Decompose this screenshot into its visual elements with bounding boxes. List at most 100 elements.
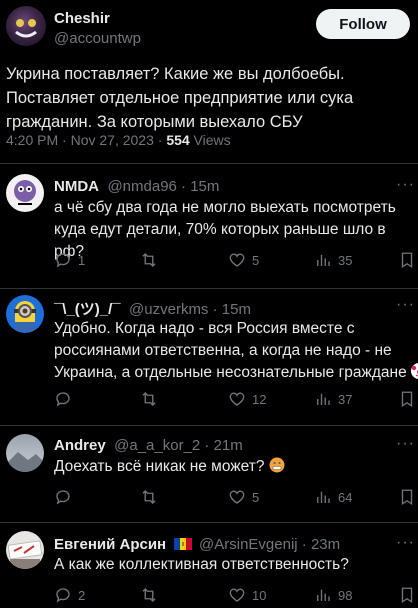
retweet-button[interactable] (140, 251, 164, 269)
comment-icon (56, 490, 70, 505)
reply-author-name[interactable]: ¯\_(ツ)_/¯ (54, 301, 121, 318)
bookmark-icon (401, 391, 413, 408)
reply-text: Доехать всё никак не может? (54, 456, 414, 478)
like-count: 5 (252, 489, 260, 505)
reply-button[interactable]: 1 (54, 251, 85, 269)
reply-author-handle[interactable]: @uzverkms · 15m (129, 301, 251, 318)
clown-face-icon (411, 363, 418, 379)
like-button[interactable]: 5 (228, 251, 259, 269)
reply-button[interactable] (54, 390, 78, 408)
retweet-icon (142, 392, 156, 406)
views-button[interactable]: 98 (314, 586, 352, 604)
views-button[interactable]: 64 (314, 488, 352, 506)
comment-icon (56, 253, 70, 268)
reply-text: А как же коллективная ответственность? (54, 554, 414, 576)
author-handle[interactable]: @accountwp (54, 30, 141, 47)
moldova-flag-icon (173, 538, 192, 550)
reply-text-line: Украина, а отдельные несознательные граж… (54, 364, 407, 381)
view-count: 64 (338, 489, 353, 505)
tweet-timestamp[interactable]: 4:20 PM · Nov 27, 2023 · (6, 132, 166, 148)
reply-author-handle[interactable]: @nmda96 · 15m (107, 178, 219, 195)
reply-author-handle[interactable]: @a_a_kor_2 · 21m (114, 437, 243, 454)
reply-avatar[interactable] (6, 531, 44, 569)
bookmark-button[interactable] (398, 586, 416, 604)
protest-sign-avatar-icon (7, 540, 43, 569)
reply-avatar[interactable] (6, 174, 44, 212)
follow-button[interactable]: Follow (316, 9, 410, 39)
divider (0, 425, 418, 426)
comment-icon (56, 392, 70, 407)
heart-icon (229, 392, 245, 406)
reply-count: 1 (78, 252, 86, 268)
bookmark-icon (401, 489, 413, 506)
like-count: 10 (252, 587, 267, 603)
more-options-icon[interactable]: ··· (396, 176, 415, 194)
like-count: 5 (252, 252, 260, 268)
reply-author-name[interactable]: NMDA (54, 178, 99, 195)
author-name[interactable]: Cheshir (54, 10, 110, 27)
tweet-text: Укрина поставляет? Какие же вы долбоебы.… (6, 62, 411, 134)
view-count: 37 (338, 391, 353, 407)
more-options-icon[interactable]: ··· (396, 534, 415, 552)
reply-actions: 2 10 98 (52, 586, 413, 608)
heart-icon (229, 490, 245, 504)
bookmark-button[interactable] (398, 251, 416, 269)
reply-button[interactable]: 2 (54, 586, 85, 604)
reply-author-name[interactable]: Andrey (54, 437, 106, 454)
tweet-text-line: Укрина поставляет? Какие же вы долбоебы. (6, 65, 345, 83)
reply-avatar[interactable] (6, 434, 44, 472)
minion-avatar-icon (14, 301, 36, 331)
reply-text-line: а чё сбу два года не могло выехать посмо… (54, 199, 396, 216)
views-label: Views (189, 132, 231, 148)
heart-icon (229, 588, 245, 602)
more-options-icon[interactable]: ··· (396, 296, 415, 314)
comment-icon (56, 588, 70, 603)
views-button[interactable]: 35 (314, 251, 352, 269)
tweet-text-line: Поставляет отдельное предприятие или сук… (6, 89, 354, 107)
analytics-icon (317, 491, 330, 503)
grimacing-face-icon (269, 457, 285, 473)
views-count: 554 (166, 132, 190, 148)
landscape-avatar-icon (6, 452, 44, 472)
author-avatar[interactable] (6, 6, 46, 46)
reply-header: NMDA @nmda96 · 15m (54, 178, 219, 196)
like-button[interactable]: 5 (228, 488, 259, 506)
reply-text-line-wrap: Украина, а отдельные несознательные граж… (54, 362, 418, 384)
divider (0, 288, 418, 289)
reply-text-line: А как же коллективная ответственность? (54, 556, 349, 573)
retweet-button[interactable] (140, 488, 164, 506)
bookmark-icon (401, 587, 413, 604)
reply-text-line: Доехать всё никак не может? (54, 458, 265, 475)
bookmark-icon (401, 252, 413, 269)
reply-count: 2 (78, 587, 86, 603)
bookmark-button[interactable] (398, 390, 416, 408)
reply-author-name[interactable]: Евгений Арсин (54, 536, 166, 553)
reply-header: Andrey @a_a_kor_2 · 21m (54, 437, 243, 455)
bookmark-button[interactable] (398, 488, 416, 506)
reply-actions: 12 37 (52, 390, 413, 412)
tweet-meta: 4:20 PM · Nov 27, 2023 · 554 Views (6, 132, 231, 148)
views-button[interactable]: 37 (314, 390, 352, 408)
view-count: 98 (338, 587, 353, 603)
more-options-icon[interactable]: ··· (396, 435, 415, 453)
like-button[interactable]: 12 (228, 390, 266, 408)
analytics-icon (317, 393, 330, 405)
retweet-button[interactable] (140, 586, 164, 604)
retweet-icon (142, 490, 156, 504)
reply-button[interactable] (54, 488, 78, 506)
reply-avatar[interactable] (6, 295, 44, 333)
view-count: 35 (338, 252, 353, 268)
retweet-icon (142, 253, 156, 267)
like-count: 12 (252, 391, 267, 407)
reply-author-handle[interactable]: @ArsinEvgenij · 23m (199, 536, 340, 553)
reply-actions: 1 5 35 (52, 251, 413, 273)
like-button[interactable]: 10 (228, 586, 266, 604)
retweet-button[interactable] (140, 390, 164, 408)
retweet-icon (142, 588, 156, 602)
reply-header: ¯\_(ツ)_/¯ @uzverkms · 15m (54, 298, 251, 319)
analytics-icon (317, 254, 330, 266)
tweet-text-line: гражданин. За которыми выехало СБУ (6, 113, 303, 131)
reply-text-line: россиянами ответственна, а когда не надо… (54, 342, 392, 359)
divider (0, 163, 418, 164)
cartoon-avatar-icon (14, 180, 36, 205)
